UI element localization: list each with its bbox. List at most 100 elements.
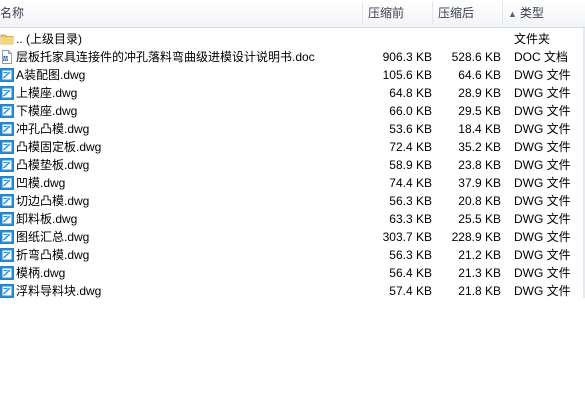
file-name: 模柄.dwg (16, 266, 66, 280)
file-row[interactable]: 浮料导料块.dwg 57.4 KB 21.8 KB DWG 文件 (0, 282, 585, 300)
file-original-size: 105.6 KB (382, 68, 432, 82)
dwg-file-icon (0, 122, 14, 136)
file-compressed-size: 21.3 KB (458, 266, 501, 280)
dwg-file-icon (0, 284, 14, 298)
file-type: DWG 文件 (514, 104, 571, 118)
column-divider[interactable] (502, 2, 503, 25)
dwg-file-icon (0, 230, 14, 244)
file-original-size: 63.3 KB (389, 212, 432, 226)
file-row[interactable]: A装配图.dwg 105.6 KB 64.6 KB DWG 文件 (0, 66, 585, 84)
file-row[interactable]: 凸模垫板.dwg 58.9 KB 23.8 KB DWG 文件 (0, 156, 585, 174)
file-row[interactable]: 模柄.dwg 56.4 KB 21.3 KB DWG 文件 (0, 264, 585, 282)
file-original-size: 53.6 KB (389, 122, 432, 136)
dwg-file-icon (0, 248, 14, 262)
file-type: DWG 文件 (514, 68, 571, 82)
file-type: DWG 文件 (514, 140, 571, 154)
file-compressed-size: 35.2 KB (458, 140, 501, 154)
file-type: DWG 文件 (514, 248, 571, 262)
file-original-size: 56.3 KB (389, 194, 432, 208)
file-row[interactable]: 图纸汇总.dwg 303.7 KB 228.9 KB DWG 文件 (0, 228, 585, 246)
file-list: .. (上级目录) 文件夹 W 层板托家具连接件的冲孔落料弯曲级进模设计说明书.doc… (0, 30, 585, 300)
file-type: DWG 文件 (514, 194, 571, 208)
file-compressed-size: 23.8 KB (458, 158, 501, 172)
file-compressed-size: 25.5 KB (458, 212, 501, 226)
file-name: 切边凸模.dwg (16, 194, 90, 208)
file-compressed-size: 528.6 KB (451, 50, 501, 64)
dwg-file-icon (0, 176, 14, 190)
file-original-size: 74.4 KB (389, 176, 432, 190)
file-original-size: 56.3 KB (389, 248, 432, 262)
file-name: 图纸汇总.dwg (16, 230, 90, 244)
column-header-type[interactable]: ▲ 类型 (508, 0, 544, 27)
file-type: DWG 文件 (514, 86, 571, 100)
file-compressed-size: 28.9 KB (458, 86, 501, 100)
file-compressed-size: 21.8 KB (458, 284, 501, 298)
file-row[interactable]: 凹模.dwg 74.4 KB 37.9 KB DWG 文件 (0, 174, 585, 192)
column-divider[interactable] (432, 2, 433, 25)
file-type: DWG 文件 (514, 266, 571, 280)
file-name: 折弯凸模.dwg (16, 248, 90, 262)
file-type: DWG 文件 (514, 284, 571, 298)
dwg-file-icon (0, 86, 14, 100)
file-name: .. (上级目录) (16, 32, 82, 46)
file-compressed-size: 228.9 KB (451, 230, 501, 244)
file-compressed-size: 21.2 KB (458, 248, 501, 262)
sort-ascending-icon: ▲ (508, 9, 517, 19)
file-name: A装配图.dwg (16, 68, 86, 82)
dwg-file-icon (0, 158, 14, 172)
doc-file-icon: W (0, 50, 14, 64)
file-type: DWG 文件 (514, 212, 571, 226)
file-compressed-size: 20.8 KB (458, 194, 501, 208)
svg-text:W: W (3, 56, 8, 62)
column-header-type-label: 类型 (519, 6, 544, 20)
file-compressed-size: 64.6 KB (458, 68, 501, 82)
file-type: DOC 文档 (514, 50, 569, 64)
file-compressed-size: 18.4 KB (458, 122, 501, 136)
file-row[interactable]: .. (上级目录) 文件夹 (0, 30, 585, 48)
file-name: 下模座.dwg (16, 104, 78, 118)
file-row[interactable]: 下模座.dwg 66.0 KB 29.5 KB DWG 文件 (0, 102, 585, 120)
file-type: DWG 文件 (514, 158, 571, 172)
file-compressed-size: 37.9 KB (458, 176, 501, 190)
file-original-size: 66.0 KB (389, 104, 432, 118)
column-header-compressed-size[interactable]: 压缩后 (438, 0, 474, 27)
file-row[interactable]: 卸料板.dwg 63.3 KB 25.5 KB DWG 文件 (0, 210, 585, 228)
file-row[interactable]: W 层板托家具连接件的冲孔落料弯曲级进模设计说明书.doc 906.3 KB 528.… (0, 48, 585, 66)
file-type: DWG 文件 (514, 176, 571, 190)
file-original-size: 57.4 KB (389, 284, 432, 298)
file-type: 文件夹 (514, 32, 551, 46)
file-row[interactable]: 上模座.dwg 64.8 KB 28.9 KB DWG 文件 (0, 84, 585, 102)
column-header-name[interactable]: 名称 (0, 0, 24, 27)
file-original-size: 58.9 KB (389, 158, 432, 172)
file-original-size: 906.3 KB (382, 50, 432, 64)
file-type: DWG 文件 (514, 230, 571, 244)
file-original-size: 56.4 KB (389, 266, 432, 280)
file-type: DWG 文件 (514, 122, 571, 136)
column-header-bar: 名称 压缩前 压缩后 ▲ 类型 (0, 0, 585, 28)
file-name: 层板托家具连接件的冲孔落料弯曲级进模设计说明书.doc (16, 50, 315, 64)
file-original-size: 64.8 KB (389, 86, 432, 100)
dwg-file-icon (0, 140, 14, 154)
file-name: 卸料板.dwg (16, 212, 78, 226)
file-name: 上模座.dwg (16, 86, 78, 100)
file-name: 凹模.dwg (16, 176, 66, 190)
column-header-original-size[interactable]: 压缩前 (368, 0, 404, 27)
dwg-file-icon (0, 212, 14, 226)
file-name: 凸模垫板.dwg (16, 158, 90, 172)
folder-icon (0, 32, 14, 46)
file-row[interactable]: 折弯凸模.dwg 56.3 KB 21.2 KB DWG 文件 (0, 246, 585, 264)
file-name: 凸模固定板.dwg (16, 140, 102, 154)
dwg-file-icon (0, 68, 14, 82)
file-row[interactable]: 冲孔凸模.dwg 53.6 KB 18.4 KB DWG 文件 (0, 120, 585, 138)
file-original-size: 72.4 KB (389, 140, 432, 154)
file-compressed-size: 29.5 KB (458, 104, 501, 118)
file-name: 浮料导料块.dwg (16, 284, 102, 298)
column-divider[interactable] (362, 2, 363, 25)
file-row[interactable]: 切边凸模.dwg 56.3 KB 20.8 KB DWG 文件 (0, 192, 585, 210)
dwg-file-icon (0, 266, 14, 280)
file-row[interactable]: 凸模固定板.dwg 72.4 KB 35.2 KB DWG 文件 (0, 138, 585, 156)
dwg-file-icon (0, 194, 14, 208)
file-original-size: 303.7 KB (382, 230, 432, 244)
dwg-file-icon (0, 104, 14, 118)
file-name: 冲孔凸模.dwg (16, 122, 90, 136)
